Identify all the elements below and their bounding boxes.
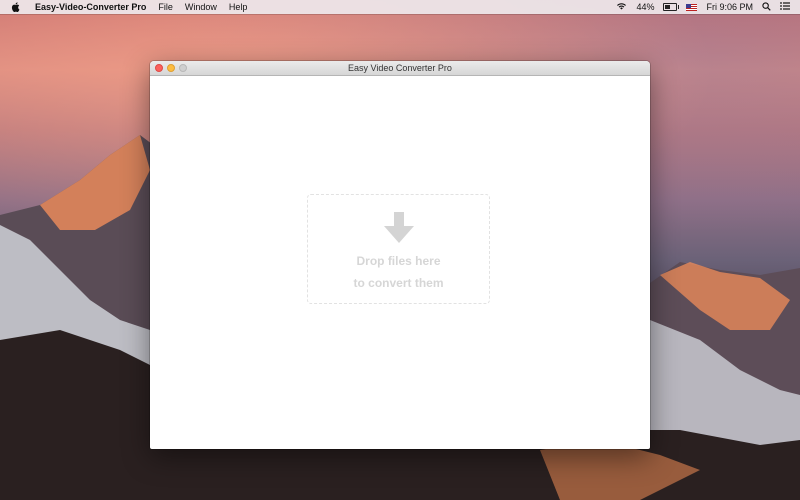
drop-zone[interactable]: Drop files here to convert them [307, 194, 490, 304]
app-window: Easy Video Converter Pro Drop files here… [150, 61, 650, 449]
apple-logo-icon[interactable] [11, 2, 23, 12]
us-flag-icon[interactable] [686, 3, 698, 11]
list-icon[interactable] [780, 2, 790, 12]
menu-help[interactable]: Help [229, 2, 248, 12]
search-icon[interactable] [762, 1, 771, 13]
battery-fill [665, 5, 670, 9]
zoom-button[interactable] [179, 64, 187, 72]
menubar-clock[interactable]: Fri 9:06 PM [706, 2, 753, 12]
menubar-app-name[interactable]: Easy-Video-Converter Pro [35, 2, 146, 12]
window-title: Easy Video Converter Pro [348, 63, 452, 73]
window-titlebar[interactable]: Easy Video Converter Pro [150, 61, 650, 76]
menubar-status-area: 44% Fri 9:06 PM [616, 1, 790, 13]
menu-window[interactable]: Window [185, 2, 217, 12]
drop-zone-text-line-2: to convert them [353, 276, 444, 290]
drop-zone-text-line-1: Drop files here [356, 254, 441, 268]
menu-file[interactable]: File [158, 2, 173, 12]
wifi-icon[interactable] [616, 2, 627, 12]
battery-percent: 44% [636, 2, 655, 12]
battery-icon[interactable] [663, 3, 680, 11]
window-controls [155, 64, 187, 72]
close-button[interactable] [155, 64, 163, 72]
minimize-button[interactable] [167, 64, 175, 72]
window-content: Drop files here to convert them [150, 76, 650, 449]
down-arrow-icon [383, 212, 414, 248]
menubar: Easy-Video-Converter Pro File Window Hel… [0, 0, 800, 14]
